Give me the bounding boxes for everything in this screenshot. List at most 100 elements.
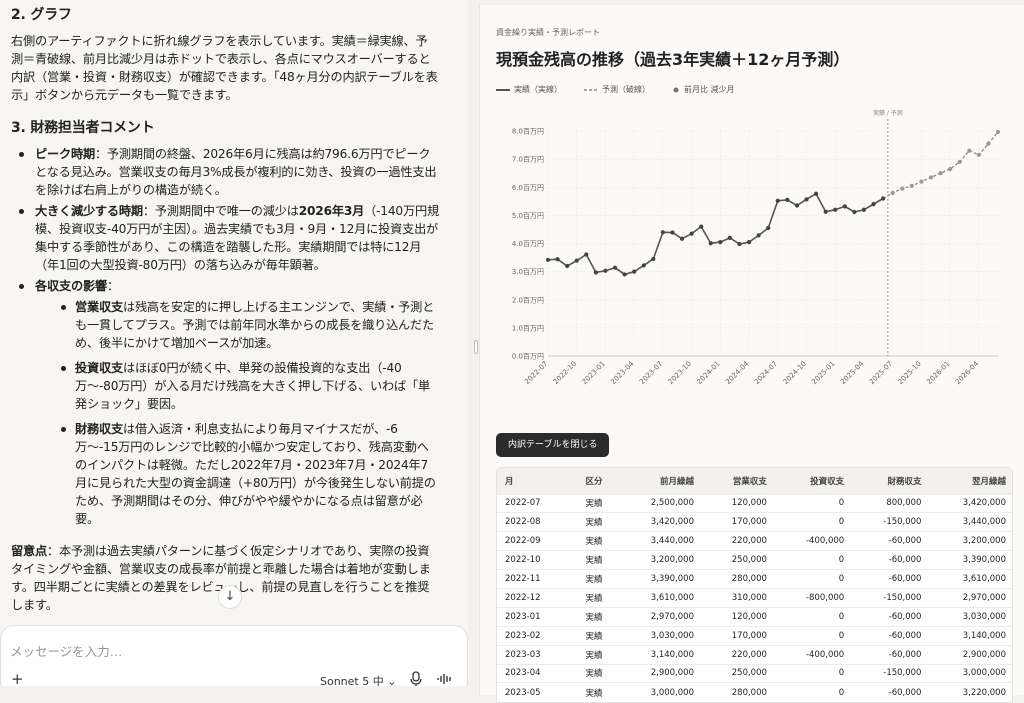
- drop-mid: ：予測期間中で唯一の減少は: [142, 204, 299, 218]
- column-header: 月: [497, 468, 571, 494]
- legend-dot-icon: [673, 87, 679, 93]
- table-row: 2022-11 実績 3,390,000 280,000 0 -60,000 3,610,0…: [497, 569, 1012, 589]
- forecast-point: [976, 152, 981, 158]
- y-tick-label: 1.0百万円: [512, 324, 544, 332]
- artifact-panel: 資金繰り実績・予測レポート 現預金残高の推移（過去3年実績＋12ヶ月予測） 実績…: [479, 5, 1024, 703]
- x-tick-label: 2026-01: [925, 360, 951, 386]
- table-cell: 250,000: [701, 663, 775, 683]
- report-subtitle: 資金繰り実績・予測レポート: [496, 28, 600, 37]
- table-cell: 2023-01: [497, 606, 571, 627]
- legend-drop: 前月比 減少月: [684, 85, 735, 94]
- message-input[interactable]: メッセージを入力…: [10, 641, 122, 660]
- x-tick-label: 2024-04: [724, 359, 751, 386]
- actual-point: [574, 258, 579, 263]
- operating-head: 営業収支: [75, 300, 123, 314]
- forecast-point: [919, 179, 924, 184]
- actual-point: [852, 209, 857, 215]
- table-cell: 2,970,000: [617, 606, 702, 627]
- table-cell: 2023-02: [497, 625, 571, 646]
- table-row: 2023-03 実績 3,140,000 220,000 -400,000 -60,000…: [497, 644, 1012, 665]
- actual-point: [842, 204, 847, 209]
- table-cell: -60,000: [852, 625, 930, 646]
- table-cell: -60,000: [852, 531, 930, 551]
- model-selector[interactable]: Sonnet 5 中 ⌄: [320, 673, 396, 686]
- actual-point: [555, 257, 560, 262]
- table-cell: 3,200,000: [617, 550, 702, 570]
- actual-point: [632, 269, 637, 274]
- x-tick-label: 2023-10: [667, 360, 693, 386]
- table-cell: -60,000: [852, 606, 930, 627]
- actual-point: [823, 209, 828, 214]
- table-cell: 2023-03: [497, 644, 571, 665]
- table-cell: -150,000: [852, 587, 930, 608]
- chart-lines: [547, 131, 999, 276]
- scroll-down-button[interactable]: ↓: [218, 585, 242, 609]
- table-cell: 2022-11: [497, 569, 571, 589]
- y-tick-label: 0.0百万円: [512, 353, 544, 361]
- note-head: 留意点: [11, 544, 47, 558]
- table-cell: 実績: [570, 587, 618, 608]
- table-cell: 170,000: [701, 625, 775, 646]
- message-composer: メッセージを入力… + Sonnet 5 中 ⌄: [0, 625, 468, 686]
- column-header: 財務収支: [852, 468, 930, 494]
- table-cell: 実績: [570, 493, 618, 513]
- x-tick-label: 2025-01: [810, 360, 836, 386]
- impact-sublist: 営業収支は残高を安定的に押し上げる主エンジンで、実績・予測とも一貫してプラス。予…: [35, 298, 439, 528]
- list-item: 投資収支はほぼ0円が続く中、単発の設備投資的な支出（-40万〜-80万円）が入る…: [35, 359, 439, 413]
- table-cell: 2,500,000: [617, 493, 702, 513]
- investing-head: 投資収支: [75, 361, 123, 375]
- table-cell: 実績: [570, 606, 618, 627]
- table-row: 2022-08 実績 3,420,000 170,000 0 -150,000 3,440,…: [497, 512, 1012, 532]
- table-cell: -150,000: [852, 663, 930, 683]
- actual-point: [813, 191, 819, 196]
- add-attachment-button[interactable]: +: [11, 670, 24, 686]
- arrow-down-icon: ↓: [224, 589, 236, 604]
- y-tick-label: 6.0百万円: [512, 184, 544, 192]
- actual-point: [708, 241, 713, 246]
- table-header-row: 月区分 前月繰越 営業収支 投資収支 財務収支 翌月繰越: [497, 468, 1012, 494]
- toggle-table-button[interactable]: 内訳テーブルを閉じる: [496, 433, 610, 457]
- table-cell: -150,000: [852, 512, 930, 532]
- actual-point: [718, 239, 723, 245]
- y-tick-label: 7.0百万円: [512, 156, 544, 164]
- table-cell: 3,140,000: [617, 644, 702, 665]
- forecast-point: [890, 190, 895, 195]
- y-tick-label: 3.0百万円: [512, 268, 544, 276]
- table-body: 2022-07 実績 2,500,000 120,000 0 800,000 3,420,0…: [497, 493, 1012, 702]
- table-cell: 実績: [570, 569, 618, 589]
- table-cell: 0: [774, 550, 853, 570]
- actual-point: [670, 230, 675, 235]
- actual-point: [871, 202, 876, 207]
- table-row: 2023-02 実績 3,030,000 170,000 0 -60,000 3,140,0…: [497, 625, 1012, 646]
- table-cell: 2,970,000: [929, 587, 1012, 608]
- list-item: 大きく減少する時期：予測期間中で唯一の減少は2026年3月（-140万円規模、投…: [11, 202, 439, 274]
- panel-resize-handle[interactable]: [474, 340, 478, 354]
- table-cell: 120,000: [701, 493, 775, 513]
- microphone-icon[interactable]: [409, 671, 423, 686]
- column-header: 翌月繰越: [929, 468, 1012, 494]
- actual-point: [881, 196, 886, 201]
- table-cell: -400,000: [774, 644, 853, 665]
- table-row: 2023-01 実績 2,970,000 120,000 0 -60,000 3,030,0…: [497, 606, 1012, 627]
- table-cell: 2022-10: [497, 550, 571, 570]
- actual-point: [775, 198, 780, 203]
- breakdown-table: 月区分 前月繰越 営業収支 投資収支 財務収支 翌月繰越 2022-07 実績 2,500,0…: [496, 467, 1013, 703]
- section-3-title: 3. 財務担当者コメント: [11, 120, 155, 136]
- voice-mode-icon[interactable]: [437, 673, 453, 685]
- peak-head: ピーク時期: [35, 147, 95, 161]
- section-2-body: 右側のアーティファクトに折れ線グラフを表示しています。実績＝緑実線、予測＝青破線…: [11, 34, 438, 102]
- table-cell: -800,000: [774, 587, 853, 608]
- x-tick-label: 2023-01: [581, 360, 607, 386]
- actual-point: [766, 225, 771, 231]
- table-cell: 0: [774, 663, 853, 683]
- actual-point: [746, 239, 752, 245]
- table-cell: 2022-09: [497, 531, 571, 551]
- table-cell: 2023-04: [497, 663, 571, 683]
- actual-point: [804, 197, 809, 202]
- forecast-point: [957, 159, 962, 165]
- x-tick-label: 2026-04: [954, 359, 981, 386]
- table-cell: 0: [774, 625, 853, 646]
- column-header: 区分: [570, 468, 618, 494]
- table-cell: 170,000: [701, 512, 775, 532]
- table-cell: 3,200,000: [929, 531, 1012, 551]
